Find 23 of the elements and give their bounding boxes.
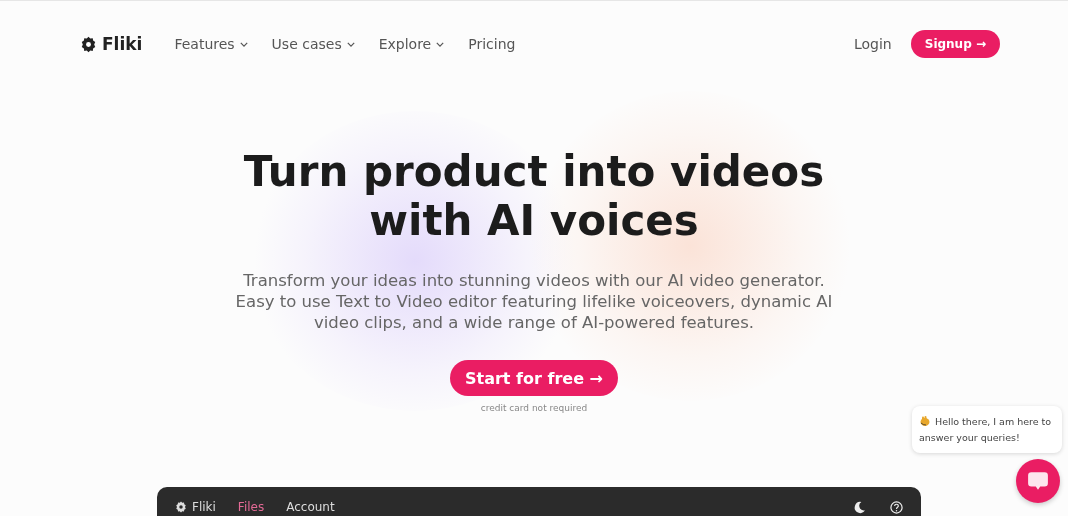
hero-title: with AI voices [369, 196, 699, 245]
login-link[interactable]: Login [853, 36, 892, 52]
nav-link[interactable]: Use cases [271, 36, 355, 52]
chat-icon [1027, 470, 1049, 492]
signup-button[interactable]: Signup → [910, 30, 1000, 58]
gear-icon [175, 501, 187, 513]
app-logo-text: Fliki [192, 500, 216, 514]
nav-link[interactable]: Pricing [468, 36, 516, 52]
start-button[interactable]: Start for free → [450, 360, 618, 396]
chat-message: Hello there, I am here to answer your queries! [919, 414, 1053, 445]
app-tab[interactable]: Files [237, 500, 265, 514]
note-text: credit card not required [480, 403, 588, 413]
app-tab[interactable]: Account [286, 500, 335, 514]
hero-subtitle: Transform your ideas into stunning videos with our AI video generator. Easy to use Text to Video editor featuring lifelike voiceovers, dynamic AI video clips, and a wide range of AI-powered features. [234, 270, 834, 333]
help-icon[interactable] [890, 500, 903, 514]
chat-button[interactable] [1016, 459, 1060, 503]
moon-icon[interactable] [853, 500, 866, 514]
logo-text: Fliki [102, 34, 143, 54]
nav-link[interactable]: Features [174, 36, 248, 52]
nav-link[interactable]: Explore [378, 36, 445, 52]
gear-icon [80, 35, 97, 53]
logo[interactable]: Fliki [80, 34, 143, 54]
hero-title: Turn product into videos [243, 147, 825, 196]
